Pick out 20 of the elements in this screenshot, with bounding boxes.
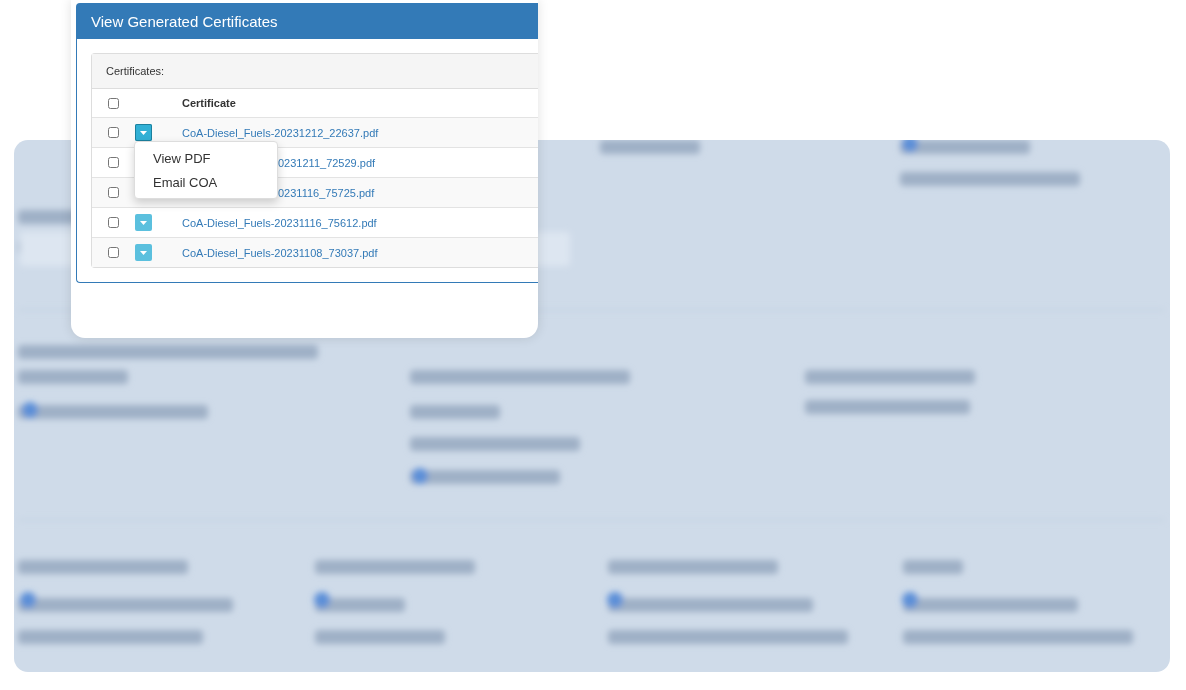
menu-item[interactable]: View PDF	[135, 146, 277, 170]
row-checkbox[interactable]	[107, 187, 119, 198]
section-label: Certificates:	[106, 65, 165, 77]
row-checkbox[interactable]	[107, 157, 119, 168]
caret-icon	[140, 220, 147, 225]
certificate-link[interactable]: 0231211_72529.pdf	[278, 156, 376, 169]
certificate-link[interactable]: CoA-Diesel_Fuels-20231108_73037.pdf	[182, 246, 378, 259]
row-checkbox[interactable]	[107, 217, 119, 228]
select-all-checkbox[interactable]	[107, 97, 119, 109]
certificate-link[interactable]: CoA-Diesel_Fuels-20231116_75612.pdf	[182, 216, 377, 229]
certificate-link[interactable]: 0231116_75725.pdf	[278, 186, 375, 199]
caret-icon	[140, 130, 147, 135]
caret-icon	[140, 250, 147, 255]
menu-item[interactable]: Email COA	[135, 170, 277, 194]
column-header: Certificate	[182, 97, 236, 109]
certificate-link[interactable]: CoA-Diesel_Fuels-20231212_22637.pdf	[182, 126, 379, 139]
dropdown-button[interactable]	[135, 124, 152, 141]
dialog-title: View Generated Certificates	[77, 4, 538, 39]
row-checkbox[interactable]	[107, 127, 119, 138]
row-checkbox[interactable]	[107, 247, 119, 258]
